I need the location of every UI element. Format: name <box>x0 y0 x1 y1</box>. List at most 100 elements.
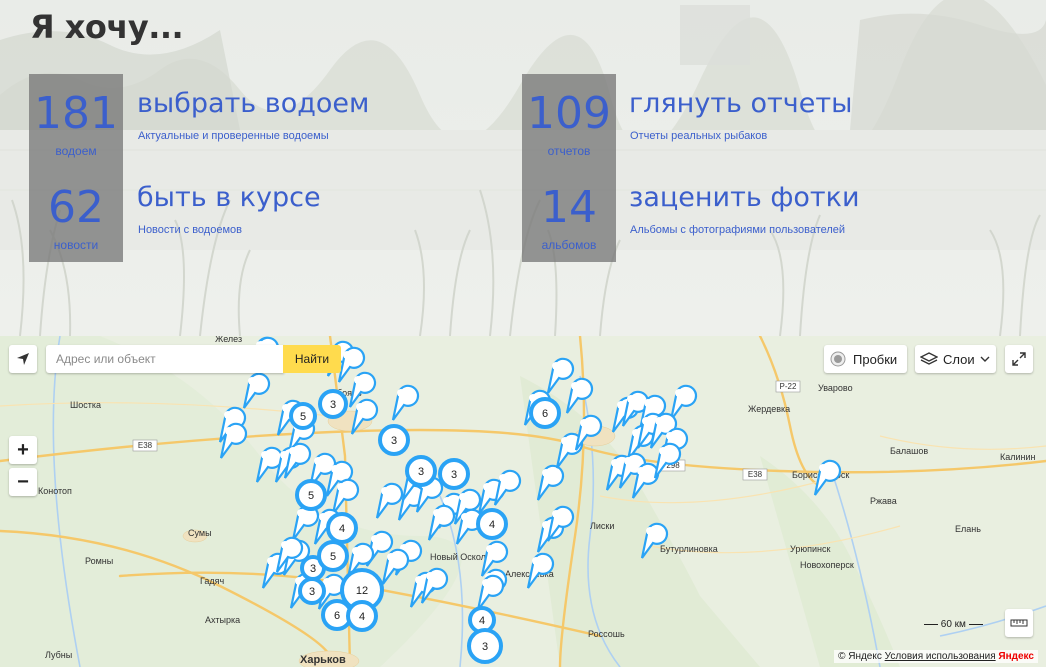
zoom-in-button[interactable]: + <box>9 436 37 464</box>
stat-news-number: 62 <box>48 182 104 233</box>
map-copyright: © Яндекс Условия использования Яндекс <box>834 650 1038 663</box>
map-place-label: Ромны <box>85 556 113 566</box>
location-arrow-icon <box>17 353 29 365</box>
map-scale-label: 60 км <box>940 619 966 630</box>
map-place-label: Ахтырка <box>205 615 240 625</box>
chevron-down-icon <box>980 356 990 362</box>
pond-cluster-marker[interactable]: 4 <box>476 508 508 540</box>
map-place-label: Конотоп <box>38 486 72 496</box>
pond-cluster-marker[interactable]: 3 <box>467 628 503 664</box>
road-sign-label: P-22 <box>780 382 797 391</box>
map-place-label: Бутурлиновка <box>660 544 718 554</box>
map-place-label: Харьков <box>300 654 346 666</box>
pond-cluster-marker[interactable]: 4 <box>326 512 358 544</box>
map-place-label: Жердевка <box>748 404 790 414</box>
view-reports-description: Отчеты реальных рыбаков <box>630 130 768 142</box>
copyright-text: © Яндекс <box>838 651 882 662</box>
map-place-label: Желез <box>215 336 242 344</box>
layers-button[interactable]: Слои <box>915 345 996 373</box>
cluster-count: 3 <box>309 586 315 598</box>
cluster-count: 6 <box>542 408 548 420</box>
pond-cluster-marker[interactable]: 3 <box>438 458 470 490</box>
pond-cluster-marker[interactable]: 4 <box>346 600 378 632</box>
cluster-count: 3 <box>391 435 397 447</box>
ruler-button[interactable] <box>1005 609 1033 637</box>
stat-ponds[interactable]: 181 водоем <box>29 74 123 168</box>
pond-cluster-marker[interactable]: 3 <box>298 577 326 605</box>
stat-news[interactable]: 62 новости <box>29 168 123 262</box>
stat-albums-number: 14 <box>541 182 597 233</box>
map-place-label: Балашов <box>890 446 928 456</box>
map-place-label: Шостка <box>70 400 101 410</box>
map-place-label: Новохоперск <box>800 560 854 570</box>
pond-cluster-marker[interactable]: 3 <box>318 389 348 419</box>
stat-albums[interactable]: 14 альбомов <box>522 168 616 262</box>
cluster-count: 5 <box>330 551 336 563</box>
map-place-label: Елань <box>955 524 981 534</box>
cluster-count: 5 <box>300 411 306 423</box>
pond-cluster-marker[interactable]: 5 <box>317 540 349 572</box>
pond-cluster-marker[interactable]: 3 <box>405 455 437 487</box>
pond-cluster-marker[interactable]: 5 <box>289 402 317 430</box>
cluster-count: 3 <box>310 563 316 575</box>
stay-informed-description: Новости с водоемов <box>138 224 242 236</box>
choose-pond-link[interactable]: выбрать водоем <box>137 88 369 119</box>
cluster-count: 5 <box>308 490 314 502</box>
map-place-label: Уварово <box>818 383 853 393</box>
map-place-label: Россошь <box>588 629 625 639</box>
map-scale: 60 км <box>924 619 983 630</box>
map-place-label: Ржава <box>870 496 897 506</box>
map-place-label: Гадяч <box>200 576 224 586</box>
stat-reports[interactable]: 109 отчетов <box>522 74 616 168</box>
layers-icon <box>920 352 938 365</box>
stat-ponds-unit: водоем <box>55 144 97 158</box>
view-photos-link[interactable]: заценить фотки <box>629 182 860 213</box>
pond-cluster-marker[interactable]: 3 <box>378 424 410 456</box>
cluster-count: 12 <box>356 585 368 597</box>
view-photos-description: Альбомы с фотографиями пользователей <box>630 224 846 236</box>
pond-cluster-marker[interactable]: 6 <box>529 397 561 429</box>
map-find-button[interactable]: Найти <box>283 345 341 373</box>
map-place-label: Урюпинск <box>790 544 830 554</box>
cluster-count: 3 <box>418 466 424 478</box>
geolocation-button[interactable] <box>9 345 37 373</box>
hero-section: Я хочу... 181 водоем выбрать водоем Акту… <box>0 0 1046 336</box>
stay-informed-link[interactable]: быть в курсе <box>137 182 321 213</box>
expand-icon <box>1012 352 1026 366</box>
map-place-label: Калинин <box>1000 452 1036 462</box>
map-search-input[interactable] <box>46 345 284 373</box>
ponds-map[interactable]: Шостка Конотоп Сумы Ромны Гадяч Ахтырка Лубны Х… <box>0 336 1046 667</box>
zoom-out-button[interactable]: − <box>9 468 37 496</box>
road-sign-label: E38 <box>748 470 763 479</box>
traffic-icon <box>830 351 846 367</box>
cluster-count: 4 <box>359 611 365 623</box>
choose-pond-description: Актуальные и проверенные водоемы <box>138 130 329 142</box>
page-title: Я хочу... <box>30 8 184 46</box>
stat-ponds-number: 181 <box>34 88 118 139</box>
traffic-button[interactable]: Пробки <box>824 345 907 373</box>
map-place-label: Лиски <box>590 521 614 531</box>
cluster-count: 3 <box>482 641 488 653</box>
map-place-label: Лубны <box>45 650 72 660</box>
stat-albums-unit: альбомов <box>541 238 597 252</box>
cluster-count: 3 <box>451 469 457 481</box>
ruler-icon <box>1010 619 1028 627</box>
cluster-count: 4 <box>489 519 495 531</box>
fullscreen-button[interactable] <box>1005 345 1033 373</box>
map-place-label: Новый Оскол <box>430 552 486 562</box>
cluster-count: 6 <box>334 610 340 622</box>
map-place-label: Сумы <box>188 528 212 538</box>
cluster-count: 4 <box>339 523 345 535</box>
layers-label: Слои <box>943 351 975 367</box>
yandex-logo: Яндекс <box>998 651 1034 662</box>
pond-cluster-marker[interactable]: 5 <box>295 479 327 511</box>
road-sign-label: E38 <box>138 441 153 450</box>
traffic-label: Пробки <box>853 351 898 367</box>
map-canvas[interactable]: Шостка Конотоп Сумы Ромны Гадяч Ахтырка Лубны Х… <box>0 336 1046 667</box>
stat-reports-unit: отчетов <box>547 144 591 158</box>
cluster-count: 3 <box>330 399 336 411</box>
stat-news-unit: новости <box>53 238 99 252</box>
terms-link[interactable]: Условия использования <box>885 651 996 662</box>
view-reports-link[interactable]: глянуть отчеты <box>629 88 852 119</box>
stat-reports-number: 109 <box>527 88 611 139</box>
